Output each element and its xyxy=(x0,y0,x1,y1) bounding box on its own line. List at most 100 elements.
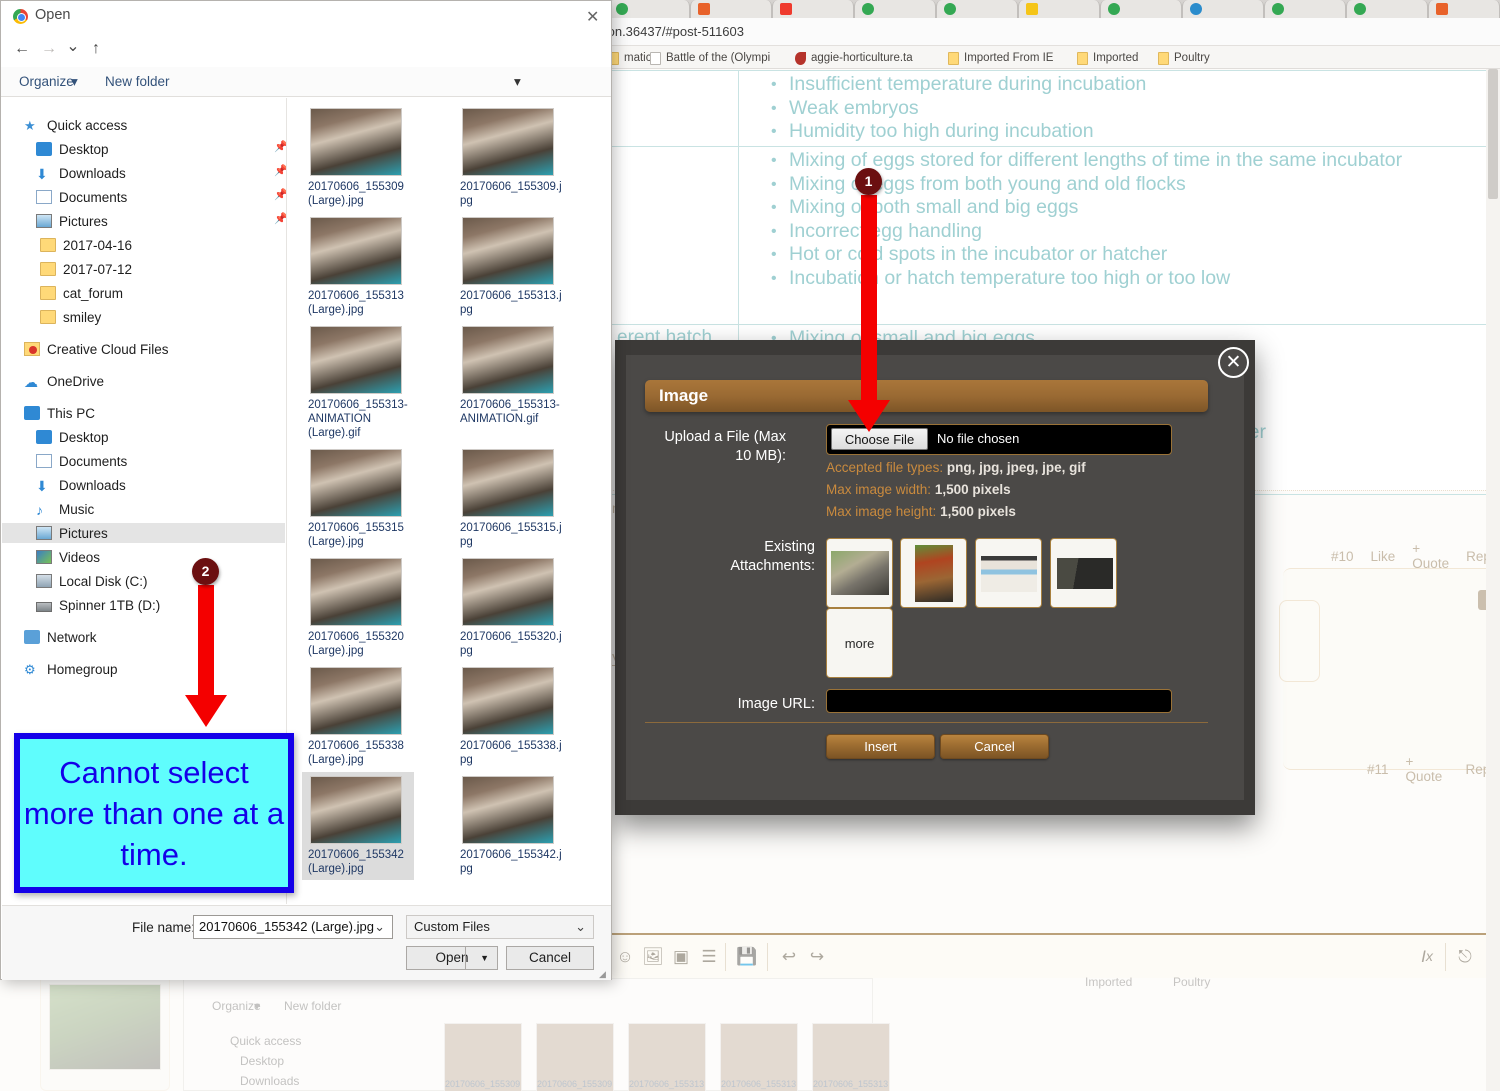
file-item[interactable]: 20170606_155320.jpg xyxy=(454,554,566,660)
resize-grip-icon[interactable]: ◢ xyxy=(599,969,606,980)
save-icon[interactable]: 💾 xyxy=(735,945,759,969)
browser-tab[interactable] xyxy=(854,0,936,18)
file-item[interactable]: 20170606_155313-ANIMATION (Large).gif xyxy=(302,322,414,439)
nav-item-2017-04-16[interactable]: 2017-04-16 xyxy=(40,235,132,255)
pin-icon[interactable]: 📌 xyxy=(274,212,286,225)
pin-icon[interactable]: 📌 xyxy=(274,164,286,177)
bookmark-item[interactable]: aggie-horticulture.ta xyxy=(795,50,913,66)
bookmark-item[interactable]: Imported From IE xyxy=(948,50,1053,66)
bookmark-item[interactable]: Poultry xyxy=(1158,50,1210,66)
nav-item-homegroup[interactable]: ⚙ Homegroup xyxy=(24,659,118,679)
open-button[interactable]: Open ▼ xyxy=(406,946,498,970)
browser-tab[interactable] xyxy=(1018,0,1100,18)
file-item[interactable]: 20170606_155320 (Large).jpg xyxy=(302,554,414,660)
file-item[interactable]: 20170606_155338 (Large).jpg xyxy=(302,663,414,769)
nav-item-desktop[interactable]: Desktop xyxy=(36,139,109,159)
file-item[interactable]: 20170606_155342.jpg xyxy=(454,772,566,880)
file-name-input[interactable]: 20170606_155342 (Large).jpg ⌄ xyxy=(193,915,393,939)
nav-item-this-pc-documents[interactable]: Documents xyxy=(36,451,127,471)
open-dropdown-caret-icon[interactable]: ▼ xyxy=(480,947,489,969)
nav-item-downloads[interactable]: ⬇ Downloads xyxy=(36,163,126,183)
nav-item-videos[interactable]: Videos xyxy=(36,547,100,567)
attachment-thumb-birds[interactable] xyxy=(826,538,893,608)
bookmark-item[interactable]: Imported xyxy=(1077,50,1138,66)
browser-tab[interactable] xyxy=(772,0,854,18)
file-item[interactable]: 20170606_155309.jpg xyxy=(454,104,566,210)
cancel-button[interactable]: Cancel xyxy=(940,734,1049,759)
file-item[interactable]: 20170606_155313 (Large).jpg xyxy=(302,213,414,319)
close-icon[interactable]: ✕ xyxy=(1218,347,1249,378)
browser-tab[interactable] xyxy=(1100,0,1182,18)
nav-item-cat-forum[interactable]: cat_forum xyxy=(40,283,123,303)
file-name-label: 20170606_155342.jpg xyxy=(460,849,562,875)
media-icon[interactable]: ▣ xyxy=(669,945,693,969)
organize-button[interactable]: Organize xyxy=(19,74,74,89)
new-folder-button[interactable]: New folder xyxy=(105,74,170,89)
forward-button[interactable]: → xyxy=(40,40,58,58)
nav-item-this-pc-downloads[interactable]: ⬇ Downloads xyxy=(36,475,126,495)
image-url-input[interactable] xyxy=(826,689,1172,713)
browser-tab[interactable] xyxy=(690,0,772,18)
more-attachments-button[interactable]: more xyxy=(826,608,893,678)
file-item[interactable]: 20170606_155313-ANIMATION.gif xyxy=(454,322,566,432)
nav-item-pictures[interactable]: Pictures xyxy=(36,211,108,231)
file-item-selected[interactable]: 20170606_155342 (Large).jpg xyxy=(302,772,414,880)
list-icon[interactable]: ☰ xyxy=(697,945,721,969)
chevron-down-icon[interactable]: ▾ xyxy=(514,74,521,90)
file-list-pane[interactable]: 20170606_155309 (Large).jpg 20170606_155… xyxy=(288,98,611,904)
cancel-button[interactable]: Cancel xyxy=(506,946,594,970)
nav-item-creative-cloud-files[interactable]: Creative Cloud Files xyxy=(24,339,169,359)
redo-icon[interactable]: ↪ xyxy=(805,945,829,969)
browser-tab[interactable] xyxy=(1264,0,1346,18)
undo-icon[interactable]: ↩ xyxy=(777,945,801,969)
nav-item-network[interactable]: Network xyxy=(24,627,97,647)
attachment-thumb-dark-screenshot[interactable] xyxy=(1050,538,1117,608)
pin-icon[interactable]: 📌 xyxy=(274,140,286,153)
annotation-callout: Cannot select more than one at a time. xyxy=(14,733,294,893)
nav-item-music[interactable]: ♪ Music xyxy=(36,499,94,519)
nav-item-onedrive[interactable]: ☁ OneDrive xyxy=(24,371,104,391)
nav-item-this-pc-desktop[interactable]: Desktop xyxy=(36,427,109,447)
nav-item-local-disk-c[interactable]: Local Disk (C:) xyxy=(36,571,148,591)
browser-tab[interactable] xyxy=(1182,0,1264,18)
browser-tab[interactable] xyxy=(1346,0,1428,18)
smiley-icon[interactable]: ☺ xyxy=(613,945,637,969)
file-item[interactable]: 20170606_155313.jpg xyxy=(454,213,566,319)
file-item[interactable]: 20170606_155309 (Large).jpg xyxy=(302,104,414,210)
nav-item-documents[interactable]: Documents xyxy=(36,187,127,207)
file-item[interactable]: 20170606_155315.jpg xyxy=(454,445,566,551)
file-type-select[interactable]: Custom Files ⌄ xyxy=(406,915,594,939)
browser-tab[interactable] xyxy=(936,0,1018,18)
toggle-bbcode-icon[interactable]: ⎋ xyxy=(1453,945,1477,969)
bookmark-item[interactable]: matic xyxy=(608,50,651,66)
chevron-down-icon[interactable]: ⌄ xyxy=(575,919,586,935)
recent-locations-button[interactable]: ⌄ xyxy=(64,36,82,56)
file-item[interactable]: 20170606_155315 (Large).jpg xyxy=(302,445,414,551)
file-item[interactable]: 20170606_155338.jpg xyxy=(454,663,566,769)
attachment-thumb-screenshot[interactable] xyxy=(975,538,1042,608)
like-link[interactable]: Like xyxy=(1371,549,1396,564)
nav-item-smiley[interactable]: smiley xyxy=(40,307,101,327)
browser-tab[interactable] xyxy=(1428,0,1500,18)
up-button[interactable]: ↑ xyxy=(87,40,105,58)
nav-item-2017-07-12[interactable]: 2017-07-12 xyxy=(40,259,132,279)
insert-button[interactable]: Insert xyxy=(826,734,935,759)
back-button[interactable]: ← xyxy=(13,40,31,58)
chevron-down-icon[interactable]: ▾ xyxy=(71,74,78,90)
nav-item-this-pc-pictures[interactable]: Pictures xyxy=(2,523,285,543)
nav-item-this-pc[interactable]: This PC xyxy=(24,403,95,423)
attachment-thumb-rooster[interactable] xyxy=(900,538,967,608)
scrollbar-thumb[interactable] xyxy=(1488,69,1498,199)
page-scrollbar[interactable] xyxy=(1486,69,1500,1091)
quote-link[interactable]: + Quote xyxy=(1412,541,1449,571)
bookmark-item[interactable]: Battle of the (Olympi xyxy=(650,50,770,66)
chevron-down-icon[interactable]: ⌄ xyxy=(374,919,385,935)
image-icon[interactable]: 🖼 xyxy=(641,945,665,969)
browser-tab[interactable] xyxy=(608,0,690,18)
remove-format-icon[interactable]: Ix xyxy=(1415,945,1439,969)
quote-link[interactable]: + Quote xyxy=(1406,754,1449,784)
pin-icon[interactable]: 📌 xyxy=(274,188,286,201)
close-icon[interactable]: ✕ xyxy=(586,7,599,27)
nav-item-quick-access[interactable]: ★ Quick access xyxy=(24,115,127,135)
nav-item-spinner-1tb-d[interactable]: Spinner 1TB (D:) xyxy=(36,595,160,615)
